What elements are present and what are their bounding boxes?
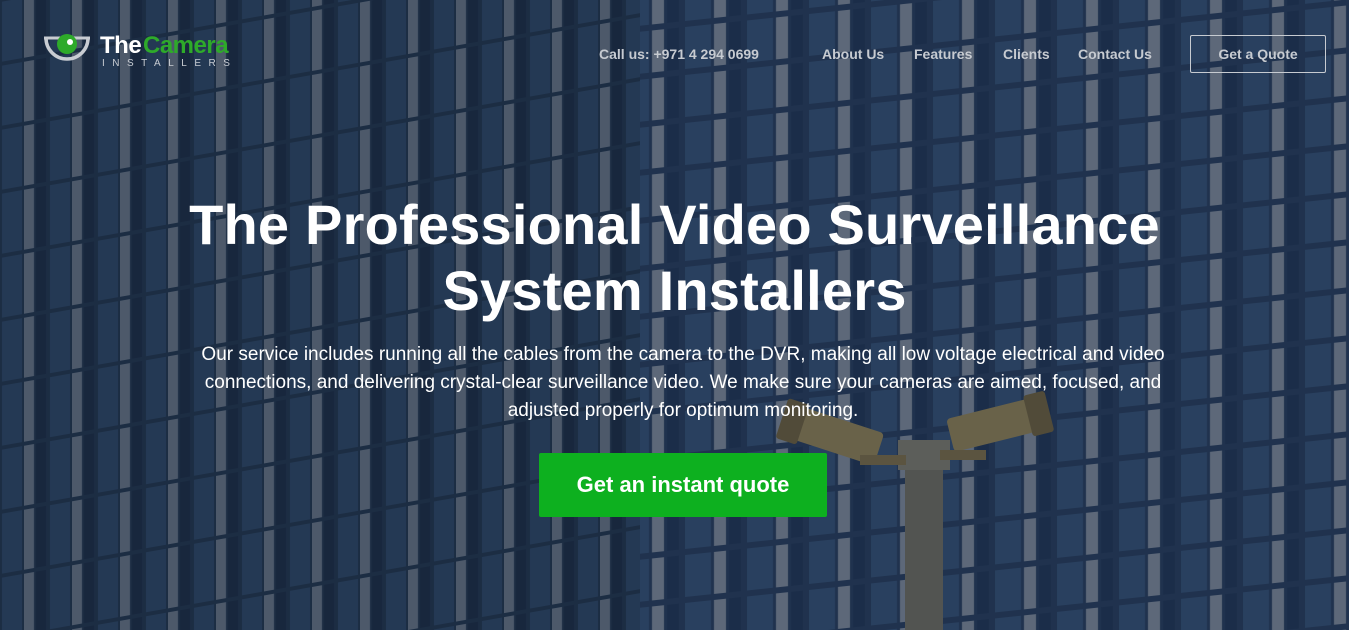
logo-text-camera: Camera — [143, 32, 229, 59]
nav-item-features[interactable]: Features — [914, 46, 972, 62]
logo-tagline: INSTALLERS — [102, 58, 238, 69]
get-a-quote-button[interactable]: Get a Quote — [1190, 35, 1326, 73]
top-navbar: The Camera INSTALLERS Call us: +971 4 29… — [0, 0, 1349, 110]
nav-phone-number[interactable]: Call us: +971 4 294 0699 — [599, 46, 759, 62]
hero-description: Our service includes running all the cab… — [201, 344, 1165, 421]
nav-item-contact-us[interactable]: Contact Us — [1078, 46, 1152, 62]
logo-text-the: The — [100, 32, 142, 59]
hero-headline-line-2: System Installers — [442, 259, 907, 322]
instant-quote-button[interactable]: Get an instant quote — [539, 453, 827, 517]
hero-section: The Camera INSTALLERS Call us: +971 4 29… — [0, 0, 1349, 630]
hero-headline: The Professional Video Surveillance Syst… — [0, 192, 1349, 324]
nav-item-about-us[interactable]: About Us — [822, 46, 884, 62]
site-logo[interactable]: The Camera INSTALLERS — [40, 30, 260, 76]
camera-logo-icon — [44, 34, 90, 61]
hero-headline-line-1: The Professional Video Surveillance — [189, 193, 1160, 256]
nav-item-clients[interactable]: Clients — [1003, 46, 1050, 62]
